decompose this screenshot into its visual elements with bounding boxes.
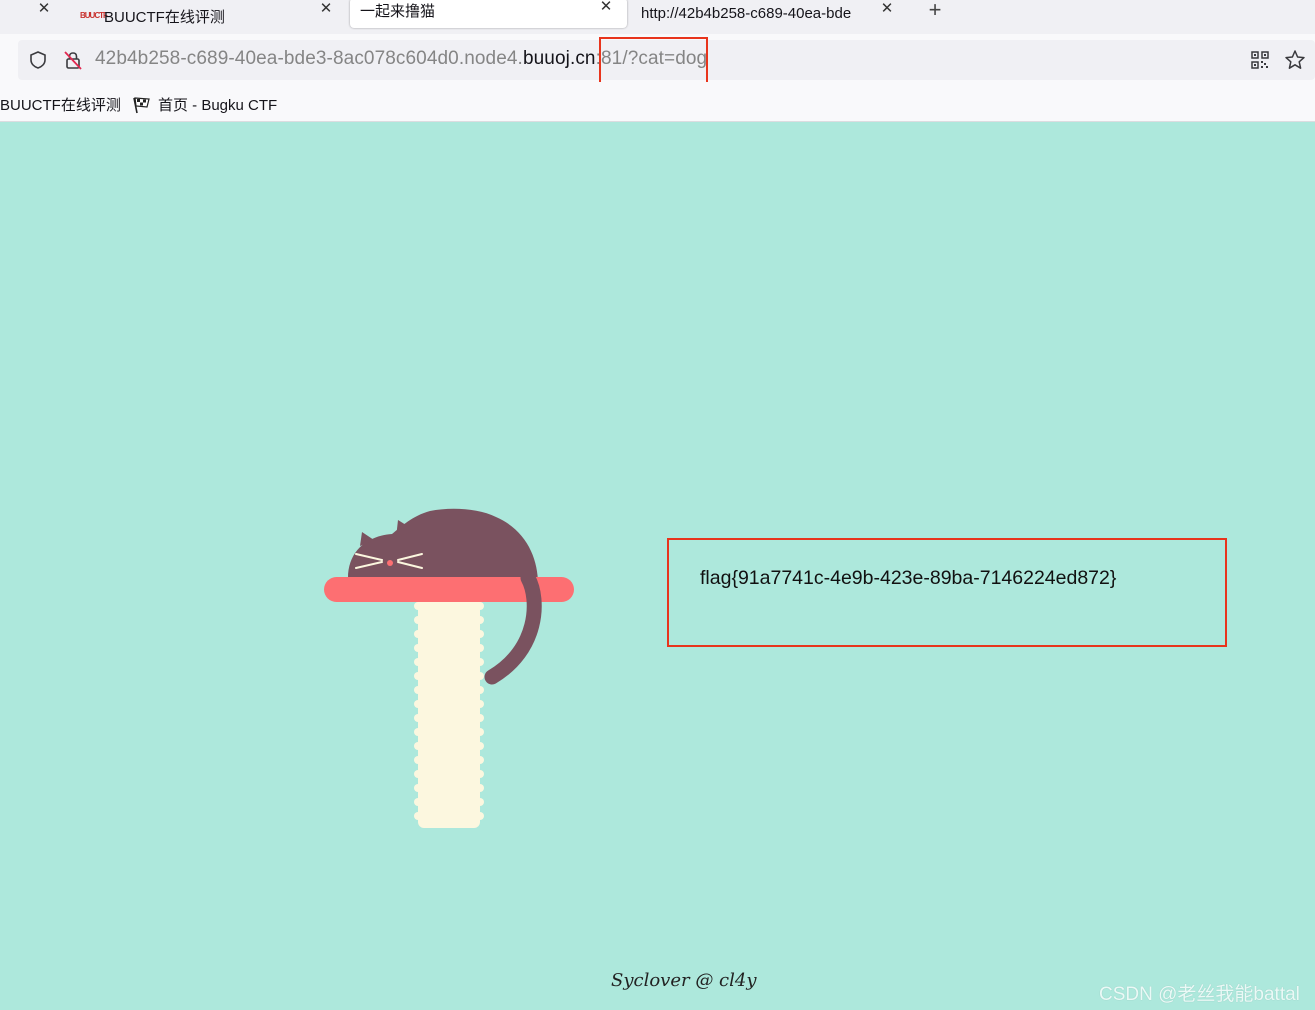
bookmark-buuctf[interactable]: BUUCTF在线评测 [0, 94, 121, 115]
insecure-lock-icon[interactable] [63, 50, 83, 70]
url-prefix: 42b4b258-c689-40ea-bde3-8ac078c604d0.nod… [95, 48, 523, 69]
bookmark-star-icon[interactable] [1284, 49, 1306, 71]
close-icon[interactable]: ✕ [877, 0, 897, 20]
shield-icon[interactable] [28, 50, 48, 70]
tab-title: 一起来撸猫 [360, 2, 436, 20]
tab-strip: ✕ BUUCTF BUUCTF在线评测 ✕ 一起来撸猫 ✕ http://42b… [0, 0, 1315, 34]
footer-credit: Syclover @ cl4y [611, 970, 757, 991]
bookmark-label: BUUCTF在线评测 [0, 97, 121, 114]
bookmark-bugku[interactable]: 首页 - Bugku CTF [132, 94, 277, 115]
buuctf-favicon-icon: BUUCTF [80, 11, 108, 20]
cat [348, 508, 538, 584]
close-icon[interactable]: ✕ [34, 0, 54, 20]
bookmark-label: 首页 - Bugku CTF [158, 97, 278, 114]
checkered-flag-icon [133, 96, 150, 113]
tab-0[interactable]: ✕ [0, 0, 60, 32]
flag-highlight-box: flag{91a7741c-4e9b-423e-89ba-7146224ed87… [667, 538, 1227, 647]
close-icon[interactable]: ✕ [316, 0, 336, 20]
csdn-watermark: CSDN @老丝我能battal [1099, 984, 1300, 1005]
tab-url[interactable]: http://42b4b258-c689-40ea-bde ✕ [641, 0, 901, 32]
scratching-post [414, 596, 484, 828]
tab-buuctf[interactable]: BUUCTF BUUCTF在线评测 ✕ [80, 0, 342, 32]
tab-title: http://42b4b258-c689-40ea-bde [641, 4, 852, 22]
sleeping-cat-illustration [324, 508, 574, 828]
tab-title: BUUCTF在线评测 [104, 8, 225, 26]
qr-code-icon[interactable] [1250, 50, 1270, 70]
flag-text: flag{91a7741c-4e9b-423e-89ba-7146224ed87… [700, 567, 1117, 589]
tab-active[interactable]: 一起来撸猫 ✕ [350, 0, 627, 28]
new-tab-plus-icon[interactable]: + [924, 0, 946, 23]
close-icon[interactable]: ✕ [596, 0, 616, 18]
url-domain: buuoj.cn [522, 48, 596, 69]
page-content: flag{91a7741c-4e9b-423e-89ba-7146224ed87… [0, 122, 1315, 1010]
bookmarks-toolbar: BUUCTF在线评测 首页 - Bugku CTF [0, 82, 1315, 122]
